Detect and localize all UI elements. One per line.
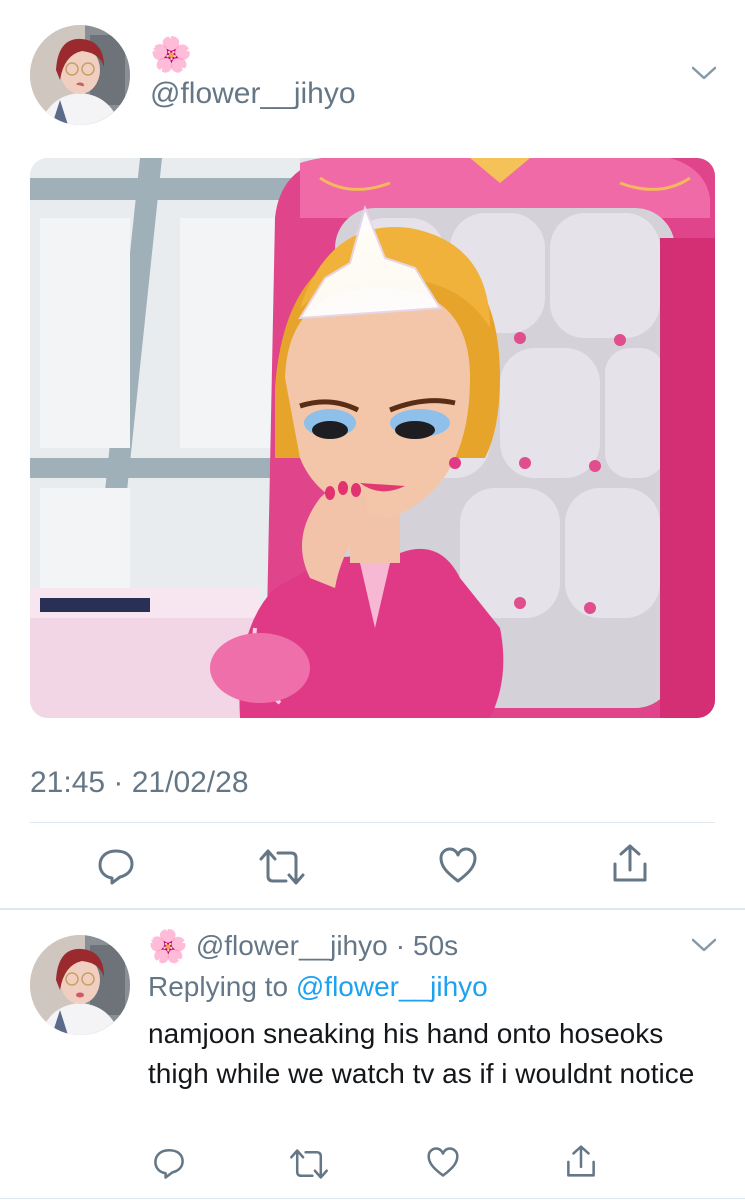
reply-share-icon[interactable] — [565, 1143, 597, 1179]
section-separator — [0, 908, 745, 910]
heart-icon[interactable] — [438, 846, 478, 884]
tweet-media-image[interactable] — [30, 158, 715, 718]
tweet-timestamp[interactable]: 21:45 · 21/02/28 — [30, 766, 249, 800]
meta-separator: · — [395, 930, 406, 961]
reply-avatar[interactable] — [30, 935, 130, 1035]
reply-heart-icon[interactable] — [426, 1146, 460, 1178]
divider — [30, 822, 715, 823]
flower-emoji: 🌸 — [148, 928, 188, 964]
reply-header: 🌸 @flower__jihyo · 50s — [148, 930, 458, 962]
reply-user-handle[interactable]: @flower__jihyo — [196, 930, 388, 962]
replying-prefix: Replying to — [148, 971, 289, 1002]
retweet-icon[interactable] — [258, 848, 306, 886]
bottom-divider — [0, 1198, 745, 1199]
reply-tweet-text: namjoon sneaking his hand onto hoseoks t… — [148, 1018, 695, 1089]
reply-chevron-down-icon[interactable] — [690, 935, 718, 955]
replying-to-line: Replying to @flower__jihyo — [148, 971, 488, 1003]
share-icon[interactable] — [611, 842, 649, 884]
reply-reply-icon[interactable] — [152, 1146, 186, 1180]
chevron-down-icon[interactable] — [690, 63, 718, 83]
replying-to-link[interactable]: @flower__jihyo — [296, 971, 488, 1002]
flower-emoji: 🌸 — [150, 36, 193, 74]
user-handle[interactable]: @flower__jihyo — [150, 77, 356, 111]
avatar[interactable] — [30, 25, 130, 125]
reply-retweet-icon[interactable] — [288, 1148, 330, 1180]
reply-icon[interactable] — [96, 846, 136, 886]
reply-age[interactable]: 50s — [413, 930, 458, 962]
